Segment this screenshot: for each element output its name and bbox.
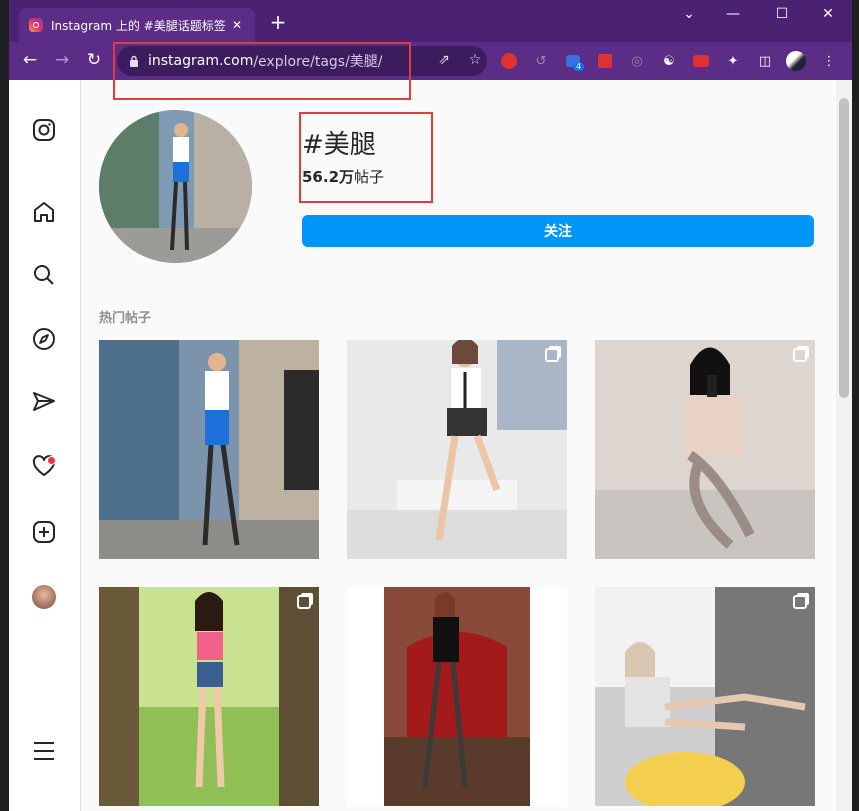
home-icon[interactable]	[31, 199, 57, 225]
scrollbar-thumb[interactable]	[839, 98, 849, 398]
create-plus-icon[interactable]	[31, 519, 57, 545]
profile-avatar[interactable]	[32, 585, 56, 609]
reload-icon[interactable]: ↻	[83, 50, 105, 70]
multi-photo-icon	[793, 348, 807, 362]
extension-history-icon[interactable]: ↺	[531, 51, 551, 71]
messages-send-icon[interactable]	[31, 389, 57, 415]
page-scrollbar[interactable]	[836, 80, 852, 811]
top-posts-heading: 热门帖子	[99, 311, 152, 326]
side-panel-icon[interactable]: ◫	[755, 51, 775, 71]
more-menu-icon[interactable]	[31, 738, 57, 764]
extension-youtube-icon[interactable]	[691, 51, 711, 71]
extension-circle-icon[interactable]: ◎	[627, 51, 647, 71]
instagram-logo-icon[interactable]	[31, 117, 57, 143]
post-6[interactable]	[595, 587, 815, 806]
multi-photo-icon	[545, 348, 559, 362]
tab-instagram[interactable]: Instagram 上的 #美腿话题标签 ✕	[19, 8, 255, 42]
post-4[interactable]	[99, 587, 319, 806]
desktop-left-edge	[0, 0, 9, 811]
chrome-menu-icon[interactable]: ⋮	[819, 51, 839, 71]
back-arrow-icon[interactable]: ←	[19, 50, 41, 70]
new-tab-button[interactable]: +	[267, 10, 289, 34]
extension-swirl-icon[interactable]: ☯	[659, 51, 679, 71]
hashtag-cover-image	[99, 110, 252, 263]
post-5[interactable]	[347, 587, 567, 806]
instagram-favicon-icon	[29, 18, 43, 32]
maximize-button[interactable]: ☐	[770, 6, 794, 22]
minimize-button[interactable]: —	[721, 6, 745, 22]
post-3[interactable]	[595, 340, 815, 559]
instagram-sidebar	[9, 80, 81, 811]
annotation-box-hashtag	[299, 112, 433, 203]
post-2[interactable]	[347, 340, 567, 559]
bookmark-star-icon[interactable]: ☆	[466, 52, 484, 68]
notification-dot	[47, 456, 56, 465]
extension-badge-count: 4	[573, 62, 585, 71]
tab-strip: Instagram 上的 #美腿话题标签 ✕ + ⌄ — ☐ ✕	[9, 0, 852, 42]
share-icon[interactable]: ⇗	[435, 52, 453, 68]
tab-close-icon[interactable]: ✕	[229, 18, 245, 32]
annotation-box-url	[113, 42, 411, 100]
tab-title: Instagram 上的 #美腿话题标签	[51, 18, 226, 33]
explore-compass-icon[interactable]	[31, 326, 57, 352]
follow-button[interactable]: 关注	[302, 215, 814, 247]
close-window-button[interactable]: ✕	[816, 6, 840, 22]
extension-notes-icon[interactable]	[595, 51, 615, 71]
tag-page-main: #美腿 56.2万帖子 关注 热门帖子	[81, 80, 836, 811]
search-icon[interactable]	[31, 262, 57, 288]
post-1[interactable]	[99, 340, 319, 559]
multi-photo-icon	[297, 595, 311, 609]
extension-badge-icon[interactable]: 4	[563, 51, 585, 71]
extension-hand-icon[interactable]	[499, 51, 519, 71]
extensions-puzzle-icon[interactable]: ✦	[723, 51, 743, 71]
tab-search-chevron-down-icon[interactable]: ⌄	[677, 6, 701, 22]
profile-avatar-icon[interactable]	[786, 51, 806, 71]
multi-photo-icon	[793, 595, 807, 609]
forward-arrow-icon[interactable]: →	[51, 50, 73, 70]
